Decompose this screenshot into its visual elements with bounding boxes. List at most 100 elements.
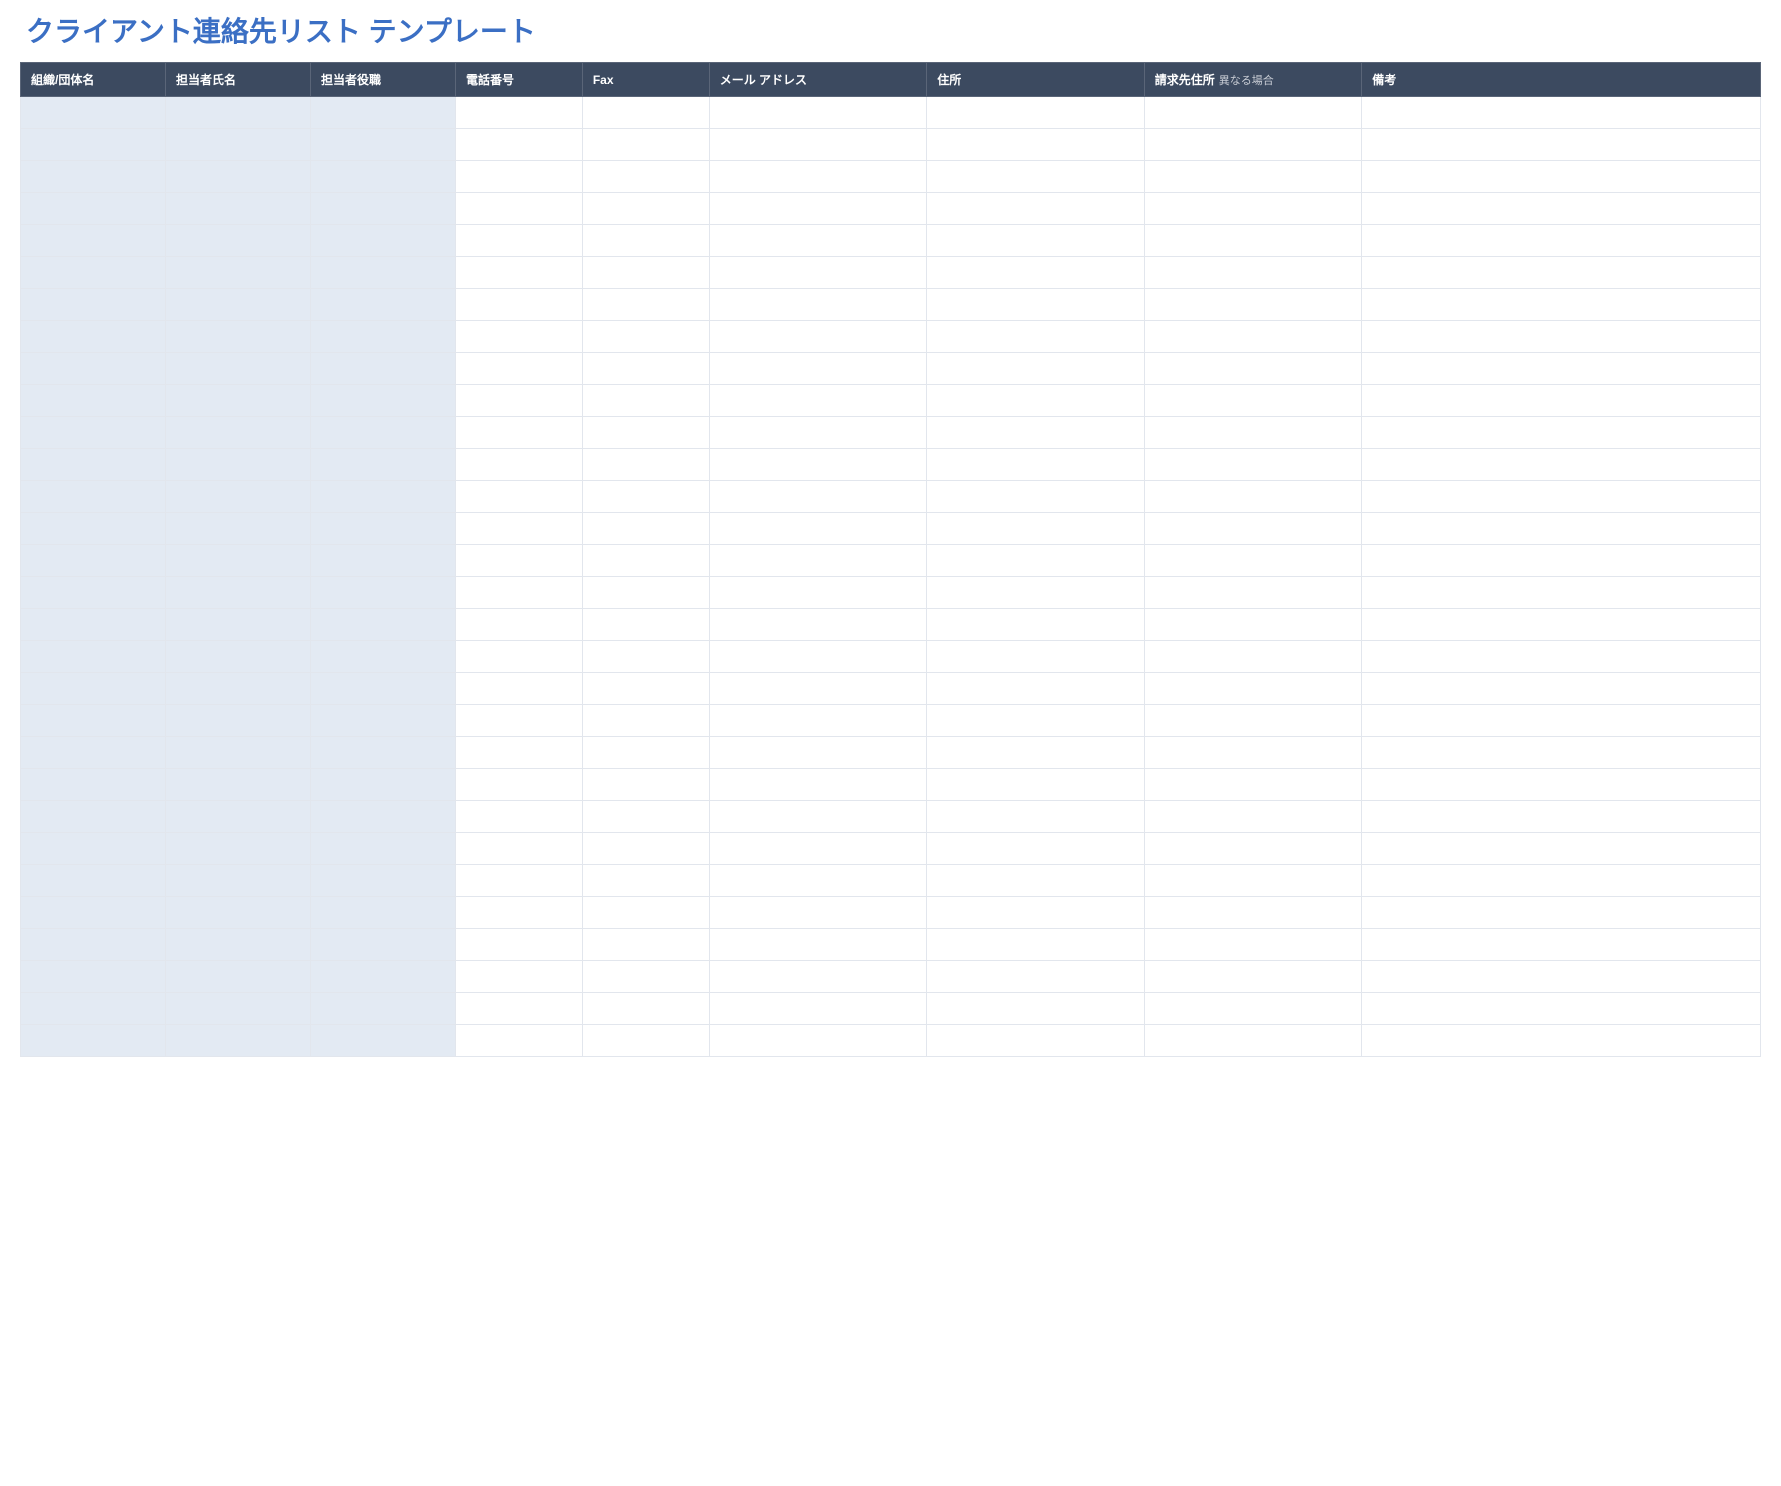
table-cell[interactable] [927,129,1145,161]
table-cell[interactable] [310,1025,455,1057]
table-cell[interactable] [310,545,455,577]
table-cell[interactable] [455,193,582,225]
table-cell[interactable] [927,257,1145,289]
table-cell[interactable] [1362,897,1761,929]
table-cell[interactable] [21,257,166,289]
table-cell[interactable] [1144,161,1362,193]
table-cell[interactable] [927,865,1145,897]
table-cell[interactable] [927,417,1145,449]
table-cell[interactable] [310,161,455,193]
table-cell[interactable] [21,961,166,993]
table-cell[interactable] [1362,417,1761,449]
table-cell[interactable] [310,257,455,289]
table-cell[interactable] [310,993,455,1025]
table-cell[interactable] [1362,481,1761,513]
table-cell[interactable] [582,833,709,865]
table-cell[interactable] [582,641,709,673]
table-cell[interactable] [455,417,582,449]
table-cell[interactable] [455,673,582,705]
table-cell[interactable] [21,801,166,833]
table-cell[interactable] [310,961,455,993]
table-cell[interactable] [455,609,582,641]
table-cell[interactable] [927,545,1145,577]
table-cell[interactable] [1144,385,1362,417]
table-cell[interactable] [1362,865,1761,897]
table-cell[interactable] [582,865,709,897]
table-cell[interactable] [927,321,1145,353]
table-cell[interactable] [165,481,310,513]
table-cell[interactable] [709,225,927,257]
table-cell[interactable] [310,353,455,385]
table-cell[interactable] [21,353,166,385]
table-cell[interactable] [709,993,927,1025]
table-cell[interactable] [455,961,582,993]
table-cell[interactable] [582,929,709,961]
table-cell[interactable] [21,705,166,737]
table-cell[interactable] [310,97,455,129]
table-cell[interactable] [582,513,709,545]
table-cell[interactable] [927,641,1145,673]
table-cell[interactable] [310,417,455,449]
table-cell[interactable] [310,897,455,929]
table-cell[interactable] [1144,705,1362,737]
table-cell[interactable] [455,705,582,737]
table-cell[interactable] [455,769,582,801]
table-cell[interactable] [165,1025,310,1057]
table-cell[interactable] [310,481,455,513]
table-cell[interactable] [455,353,582,385]
table-cell[interactable] [1144,513,1362,545]
table-cell[interactable] [1144,97,1362,129]
table-cell[interactable] [1144,897,1362,929]
table-cell[interactable] [582,257,709,289]
table-cell[interactable] [21,833,166,865]
table-cell[interactable] [709,353,927,385]
table-cell[interactable] [165,385,310,417]
table-cell[interactable] [582,481,709,513]
table-cell[interactable] [709,545,927,577]
table-cell[interactable] [1144,1025,1362,1057]
table-cell[interactable] [927,513,1145,545]
table-cell[interactable] [1144,449,1362,481]
table-cell[interactable] [21,865,166,897]
table-cell[interactable] [165,897,310,929]
table-cell[interactable] [455,257,582,289]
table-cell[interactable] [927,609,1145,641]
table-cell[interactable] [455,449,582,481]
table-cell[interactable] [1144,737,1362,769]
table-cell[interactable] [1362,1025,1761,1057]
table-cell[interactable] [1362,161,1761,193]
table-cell[interactable] [709,929,927,961]
table-cell[interactable] [582,225,709,257]
table-cell[interactable] [1144,833,1362,865]
table-cell[interactable] [582,897,709,929]
table-cell[interactable] [709,417,927,449]
table-cell[interactable] [310,193,455,225]
table-cell[interactable] [709,449,927,481]
table-cell[interactable] [709,673,927,705]
table-cell[interactable] [927,353,1145,385]
table-cell[interactable] [1362,129,1761,161]
table-cell[interactable] [927,385,1145,417]
table-cell[interactable] [455,513,582,545]
table-cell[interactable] [1144,353,1362,385]
table-cell[interactable] [1144,417,1362,449]
table-cell[interactable] [927,1025,1145,1057]
table-cell[interactable] [582,1025,709,1057]
table-cell[interactable] [1362,289,1761,321]
table-cell[interactable] [582,129,709,161]
table-cell[interactable] [310,385,455,417]
table-cell[interactable] [310,513,455,545]
table-cell[interactable] [582,609,709,641]
table-cell[interactable] [455,161,582,193]
table-cell[interactable] [1362,673,1761,705]
table-cell[interactable] [21,545,166,577]
table-cell[interactable] [21,225,166,257]
table-cell[interactable] [709,97,927,129]
table-cell[interactable] [165,961,310,993]
table-cell[interactable] [582,961,709,993]
table-cell[interactable] [455,577,582,609]
table-cell[interactable] [927,289,1145,321]
table-cell[interactable] [709,321,927,353]
table-cell[interactable] [165,193,310,225]
table-cell[interactable] [1144,609,1362,641]
